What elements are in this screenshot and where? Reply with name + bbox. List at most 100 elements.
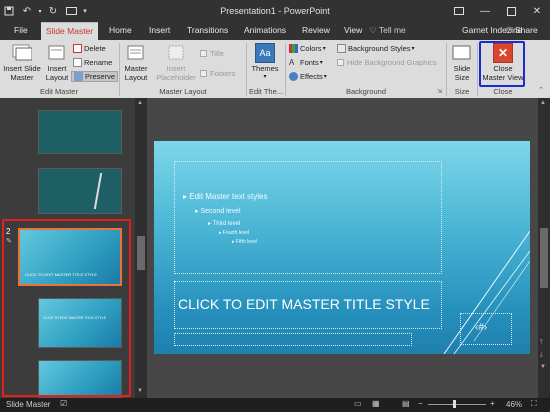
zoom-in-icon[interactable]: +: [490, 399, 495, 408]
zoom-slider[interactable]: [428, 404, 486, 405]
collapse-ribbon-icon[interactable]: ⌃: [538, 86, 544, 94]
delete-button[interactable]: Delete: [73, 43, 106, 54]
canvas-scrollbar[interactable]: ▲ ⤒ ⤓ ▼: [538, 98, 550, 398]
scroll-down-arrow-icon[interactable]: ▼: [540, 364, 546, 370]
scroll-down-arrow-icon[interactable]: ▼: [137, 388, 143, 394]
zoom-slider-handle[interactable]: [453, 400, 456, 408]
themes-button[interactable]: Aa Themes ▾: [249, 43, 281, 82]
maximize-icon[interactable]: [498, 0, 524, 22]
slide-title: CLICK TO EDIT MASTER TITLE STYLE: [178, 296, 430, 312]
view-mode-label: Slide Master: [6, 400, 51, 409]
pushpin-icon: ✎: [6, 238, 12, 245]
pushpin-icon: [74, 72, 83, 81]
reading-view-icon[interactable]: ▤: [402, 399, 410, 408]
redo-icon[interactable]: ↻: [44, 2, 62, 20]
close-master-view-button[interactable]: ✕ Close Master View: [481, 43, 525, 82]
previous-slide-icon[interactable]: ⤒: [540, 340, 543, 347]
title-placeholder[interactable]: CLICK TO EDIT MASTER TITLE STYLE: [174, 281, 442, 329]
minimize-icon[interactable]: —: [472, 0, 498, 22]
insert-layout-button[interactable]: Insert Layout: [44, 43, 70, 82]
fonts-icon: A: [289, 58, 295, 67]
close-window-icon[interactable]: ✕: [524, 0, 550, 22]
tell-me-search[interactable]: ♡ Tell me: [369, 22, 406, 40]
undo-icon[interactable]: ↶: [18, 2, 36, 20]
share-button[interactable]: ⚇ Share: [505, 22, 538, 40]
dialog-launcher-icon[interactable]: ⇲: [437, 88, 442, 95]
customize-qat-icon[interactable]: ▾: [80, 2, 90, 20]
normal-view-icon[interactable]: ▭: [354, 399, 362, 408]
chevron-down-icon: ▾: [411, 46, 415, 52]
ribbon: Insert Slide Master Insert Layout Delete…: [0, 40, 550, 98]
insert-placeholder-button[interactable]: Insert Placeholder: [155, 43, 197, 82]
tab-review[interactable]: Review: [298, 22, 334, 40]
body-placeholder[interactable]: ▸ Edit Master text styles ▸ Second level…: [174, 161, 442, 274]
layout-thumbnail[interactable]: [38, 360, 122, 398]
chevron-down-icon: ▾: [323, 74, 327, 80]
layout-thumbnail[interactable]: [38, 110, 122, 154]
layout-thumbnail[interactable]: [38, 168, 122, 214]
ribbon-tabs: File Slide Master Home Insert Transition…: [0, 22, 550, 40]
footers-checkbox[interactable]: Footers: [200, 68, 235, 79]
chevron-down-icon: ▾: [319, 60, 323, 66]
zoom-out-icon[interactable]: −: [418, 399, 423, 408]
group-label-close: Close: [493, 87, 513, 96]
slide-size-icon: [451, 43, 473, 63]
next-slide-icon[interactable]: ⤓: [540, 352, 543, 359]
fonts-button[interactable]: A Fonts ▾: [289, 57, 323, 68]
slide-number-placeholder[interactable]: ‹#›: [460, 313, 512, 345]
delete-icon: [73, 44, 82, 53]
text-level-2: ▸ Second level: [195, 208, 241, 215]
quick-access-toolbar: ↶ ▾ ↻ ▾: [0, 0, 90, 22]
text-level-4: ▸ Fourth level: [219, 230, 250, 236]
insert-slide-master-icon: [11, 43, 33, 63]
tab-insert[interactable]: Insert: [145, 22, 174, 40]
slide-master-thumbnail[interactable]: CLICK TO EDIT MASTER TITLE STYLE: [18, 228, 122, 286]
slide-number: 2: [6, 227, 11, 236]
text-level-1: ▸ Edit Master text styles: [183, 192, 268, 201]
group-label-master-layout: Master Layout: [159, 87, 207, 96]
slide-size-button[interactable]: Slide Size: [450, 43, 474, 82]
insert-slide-master-button[interactable]: Insert Slide Master: [2, 43, 42, 82]
save-icon[interactable]: [0, 2, 18, 20]
lightbulb-icon: ♡: [369, 25, 377, 35]
close-red-x-icon: ✕: [493, 43, 513, 63]
slide-thumbnail-pane: 2 ✎ CLICK TO EDIT MASTER TITLE STYLE CLI…: [0, 98, 147, 398]
chevron-down-icon: ▾: [263, 74, 267, 80]
scroll-up-arrow-icon[interactable]: ▲: [540, 100, 546, 106]
effects-button[interactable]: Effects ▾: [289, 71, 327, 82]
colors-button[interactable]: Colors ▾: [289, 43, 326, 54]
fit-to-window-icon[interactable]: ⛶: [531, 399, 537, 409]
group-label-edit-master: Edit Master: [40, 87, 78, 96]
status-bar: Slide Master ☑ ▭ ▦ ▤ − + 46% ⛶: [0, 398, 550, 412]
slide-sorter-icon[interactable]: ▦: [372, 399, 380, 408]
master-layout-button[interactable]: Master Layout: [122, 43, 150, 82]
layout-thumbnail[interactable]: CLICK TO EDIT MASTER TITLE STYLE: [38, 298, 122, 348]
master-layout-icon: [125, 43, 147, 63]
footer-placeholder[interactable]: [174, 333, 412, 346]
tab-transitions[interactable]: Transitions: [183, 22, 232, 40]
tab-view[interactable]: View: [340, 22, 366, 40]
preserve-button[interactable]: Preserve: [71, 71, 119, 82]
rename-icon: [73, 58, 82, 67]
group-label-edit-theme: Edit The...: [248, 87, 284, 96]
tab-file[interactable]: File: [10, 22, 32, 40]
scroll-up-arrow-icon[interactable]: ▲: [137, 100, 143, 106]
text-level-5: ▸ Fifth level: [232, 239, 258, 245]
spell-check-icon[interactable]: ☑: [60, 399, 67, 408]
ribbon-display-options-icon[interactable]: [446, 0, 472, 22]
undo-dropdown-icon[interactable]: ▾: [36, 2, 44, 20]
group-label-size: Size: [454, 87, 470, 96]
tab-home[interactable]: Home: [105, 22, 136, 40]
thumbnail-scrollbar-thumb[interactable]: [137, 236, 145, 270]
slide-master[interactable]: ▸ Edit Master text styles ▸ Second level…: [154, 141, 530, 354]
tab-slide-master[interactable]: Slide Master: [41, 22, 98, 40]
background-styles-button[interactable]: Background Styles ▾: [337, 43, 415, 54]
zoom-level[interactable]: 46%: [506, 400, 522, 409]
tab-animations[interactable]: Animations: [240, 22, 290, 40]
rename-button[interactable]: Rename: [73, 57, 112, 68]
title-bar: ↶ ▾ ↻ ▾ Presentation1 - PowerPoint — ✕: [0, 0, 550, 22]
canvas-scrollbar-thumb[interactable]: [540, 228, 548, 288]
title-checkbox[interactable]: Title: [200, 48, 224, 59]
start-from-beginning-icon[interactable]: [62, 2, 80, 20]
hide-background-graphics-checkbox[interactable]: Hide Background Graphics: [337, 57, 437, 68]
